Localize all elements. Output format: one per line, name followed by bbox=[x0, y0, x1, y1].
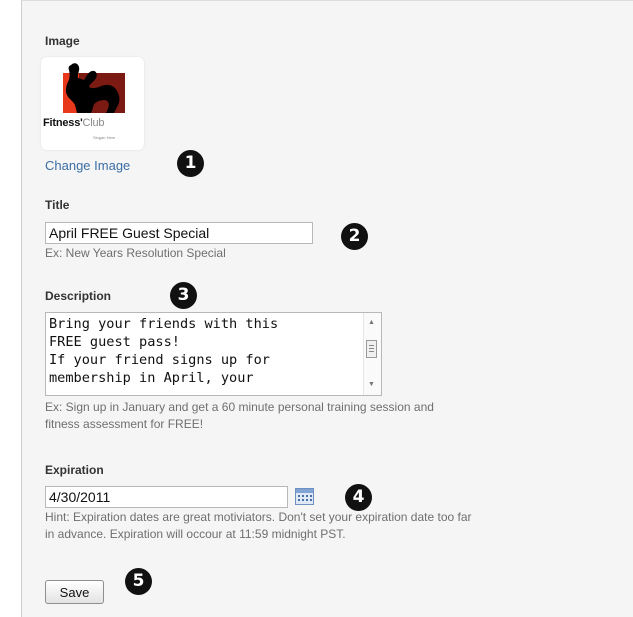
description-example-line1: Ex: Sign up in January and get a 60 minu… bbox=[45, 400, 434, 414]
logo-text-main: Fitness' bbox=[43, 117, 83, 129]
callout-5: 5 bbox=[125, 568, 152, 595]
description-scrollbar[interactable]: ▲ ▼ bbox=[363, 313, 381, 395]
club-logo: Fitness'Club Slogan Here bbox=[41, 57, 144, 150]
calendar-icon[interactable] bbox=[295, 488, 314, 505]
title-example: Ex: New Years Resolution Special bbox=[45, 246, 226, 260]
logo-tagline: Slogan Here bbox=[93, 135, 116, 140]
expiration-hint-line2: in advance. Expiration will occour at 11… bbox=[45, 527, 346, 541]
logo-text-accent: Club bbox=[82, 117, 105, 129]
scroll-thumb[interactable] bbox=[366, 340, 377, 358]
callout-1: 1 bbox=[177, 150, 204, 177]
expiration-hint-line1: Hint: Expiration dates are great motivia… bbox=[45, 510, 472, 524]
image-label: Image bbox=[45, 34, 80, 48]
callout-4: 4 bbox=[345, 484, 372, 511]
title-label: Title bbox=[45, 198, 70, 212]
description-textarea[interactable]: Bring your friends with this FREE guest … bbox=[45, 312, 382, 396]
description-text: Bring your friends with this FREE guest … bbox=[49, 316, 279, 386]
title-input[interactable] bbox=[45, 222, 313, 244]
expiration-date-input[interactable] bbox=[45, 486, 288, 508]
scroll-down-icon[interactable]: ▼ bbox=[368, 381, 375, 388]
save-button[interactable]: Save bbox=[45, 580, 104, 604]
expiration-label: Expiration bbox=[45, 463, 104, 477]
callout-2: 2 bbox=[341, 223, 368, 250]
description-label: Description bbox=[45, 289, 112, 303]
scroll-up-icon[interactable]: ▲ bbox=[368, 319, 375, 326]
callout-3: 3 bbox=[170, 282, 197, 309]
description-example-line2: fitness assessment for FREE! bbox=[45, 417, 204, 431]
change-image-link[interactable]: Change Image bbox=[45, 158, 130, 173]
